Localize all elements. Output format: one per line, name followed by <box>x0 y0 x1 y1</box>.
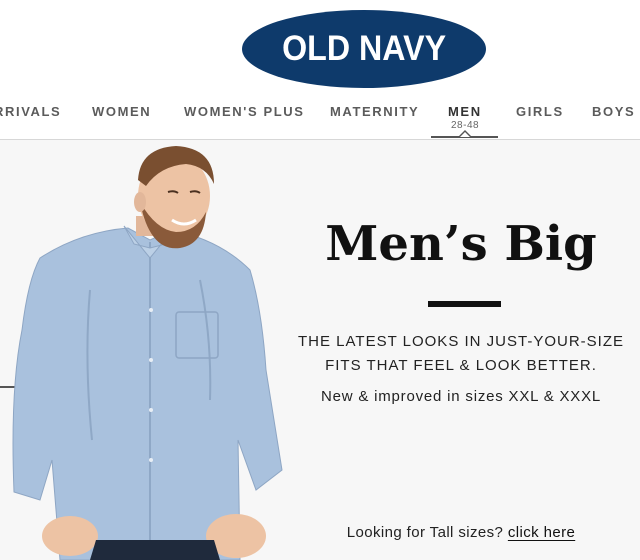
jeans <box>90 540 220 560</box>
shirt-button <box>149 308 153 312</box>
nav-item-women[interactable]: WOMEN <box>92 104 151 119</box>
shirt <box>12 227 283 560</box>
ear <box>134 192 146 212</box>
shirt-button <box>149 458 153 462</box>
shirt-button <box>149 408 153 412</box>
hero-headline: Men’s Big <box>325 216 597 272</box>
hero-banner[interactable]: Men’s Big THE LATEST LOOKS IN JUST-YOUR-… <box>0 140 640 560</box>
hero-tagline-line-2: FITS THAT FEEL & LOOK BETTER. <box>325 357 597 374</box>
nav-item-new-arrivals[interactable]: RRIVALS <box>0 104 61 119</box>
logo-text: OLD NAVY <box>282 29 446 68</box>
nav-item-maternity[interactable]: MATERNITY <box>330 104 419 119</box>
nav-item-boys[interactable]: BOYS <box>592 104 635 119</box>
left-hand <box>42 516 98 556</box>
model-photo <box>12 146 283 560</box>
nav-item-men[interactable]: MEN <box>448 104 482 119</box>
tall-sizes-link[interactable]: click here <box>508 524 575 541</box>
category-nav: RRIVALS WOMEN WOMEN'S PLUS MATERNITY MEN… <box>0 100 640 140</box>
headline-rule <box>428 301 501 307</box>
shirt-button <box>149 358 153 362</box>
old-navy-logo[interactable]: OLD NAVY <box>242 10 486 88</box>
active-nav-caret-icon <box>458 130 472 137</box>
tall-sizes-text: Looking for Tall sizes? <box>346 524 504 541</box>
tall-sizes-prompt: Looking for Tall sizes? click here <box>296 524 626 541</box>
nav-item-womens-plus[interactable]: WOMEN'S PLUS <box>184 104 305 119</box>
site-header: OLD NAVY RRIVALS WOMEN WOMEN'S PLUS MATE… <box>0 0 640 140</box>
hero-sizes-text: New & improved in sizes XXL & XXXL <box>320 388 602 405</box>
nav-item-girls[interactable]: GIRLS <box>516 104 564 119</box>
hero-tagline-line-1: THE LATEST LOOKS IN JUST-YOUR-SIZE <box>298 333 624 350</box>
